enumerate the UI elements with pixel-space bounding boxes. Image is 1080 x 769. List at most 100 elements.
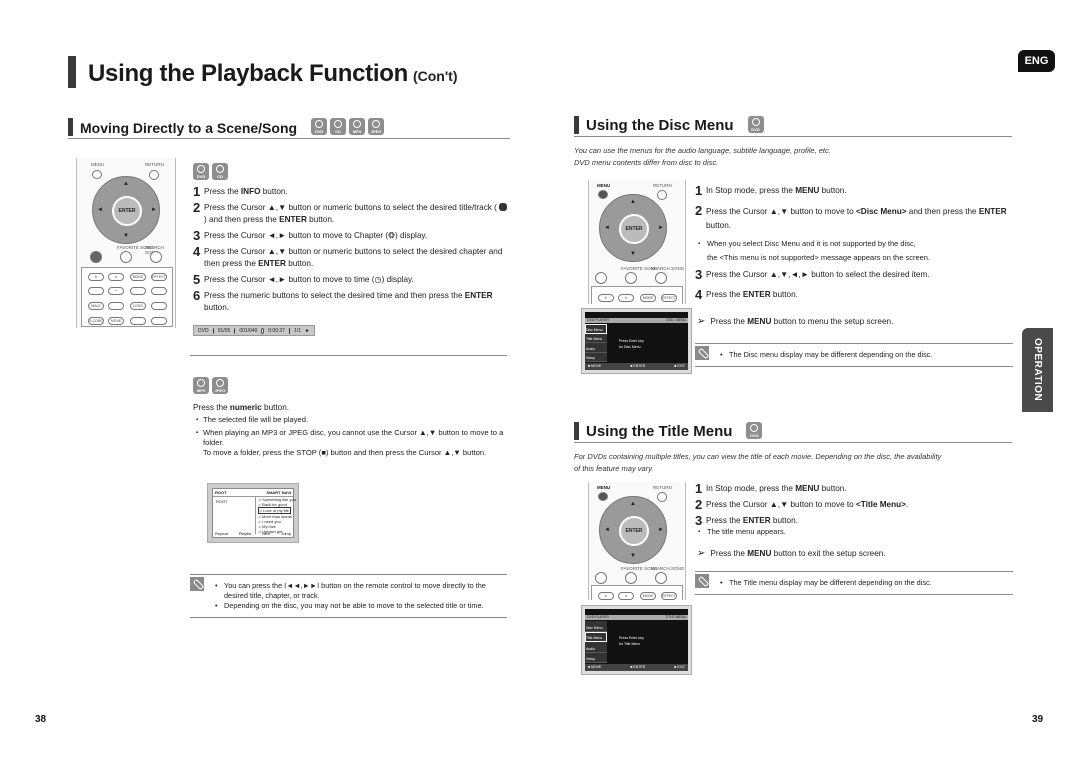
title-icon xyxy=(212,327,214,334)
title-menu-note: The Title menu display may be different … xyxy=(695,571,1013,595)
remote-key xyxy=(151,302,167,310)
remote-key: MALE xyxy=(88,302,104,310)
menu-screen-item: Audio xyxy=(585,343,607,353)
menu-screen-item: Title Menu xyxy=(585,631,607,642)
remote-key: MOVE xyxy=(108,317,124,325)
remote-key: b xyxy=(88,273,104,281)
remote-keypad: b # MODE EFFECT xyxy=(591,585,683,600)
mp3-jpeg-instructions: Press the numeric button. The selected f… xyxy=(193,402,508,458)
remote-keypad: b # MODE EFFECT - + MALE LOGO S.CORE MOV… xyxy=(81,267,173,327)
jpeg-disc-icon: JPEG xyxy=(368,118,385,135)
note-item: Depending on the disc, you may not be ab… xyxy=(214,601,507,611)
disc-menu-screen-content: DVD PLAYER DISC MENU Disc Menu Title Menu Au… xyxy=(585,312,688,370)
dvd-disc-icon: DVD xyxy=(746,422,763,439)
menu-screen-item: Setup xyxy=(585,353,607,362)
step-3: 3 Press the Cursor ▲,▼,◄,► button to sele… xyxy=(695,267,930,282)
remote-search-label: SEARCH SONG xyxy=(651,566,685,571)
mp3-screen-content: ROOT SMART NAVI ROOT ♫ Something like yo… xyxy=(212,488,296,538)
step-6: 6 Press the numeric buttons to select the… xyxy=(193,288,493,312)
remote-search-button xyxy=(655,572,667,584)
note-item: You can press the I◄◄,►►I button on the … xyxy=(214,581,507,601)
title-menu-intro: For DVDs containing multiple titles, you… xyxy=(574,452,942,473)
dvd-disc-icon: DVD xyxy=(747,116,764,133)
disc-menu-note: The Disc menu display may be different d… xyxy=(695,343,1013,367)
right-arrow-icon: ► xyxy=(658,527,664,533)
angle-icon xyxy=(288,327,291,334)
remote-key: b xyxy=(598,294,614,302)
remote-key: MODE xyxy=(640,294,656,302)
page-number-right: 39 xyxy=(1032,714,1044,725)
step-1: 1 In Stop mode, press the MENU button. xyxy=(695,183,847,198)
section-title: Using the Disc Menu xyxy=(586,117,734,134)
right-arrow-icon: ► xyxy=(151,207,157,213)
step-1: 1 In Stop mode, press the MENU button. xyxy=(695,481,847,496)
mp3-screen-header: ROOT SMART NAVI xyxy=(213,490,293,497)
remote-key: # xyxy=(618,294,634,302)
remote-dpad: ▲ ▼ ◄ ► ENTER xyxy=(92,176,160,244)
remote-key: EFFECT xyxy=(661,592,677,600)
note-pencil-icon xyxy=(190,577,204,591)
remote-keypad: b # MODE EFFECT xyxy=(591,286,683,304)
menu-screen-footer: ■ MOVE ■ ENTER ■ EXIT xyxy=(585,664,688,671)
mp3-track-item: ♫ Back for good xyxy=(258,502,287,507)
disc-menu-sub-bullet: When you select Disc Menu and it is not … xyxy=(695,237,1013,265)
page-title-suffix: (Con't) xyxy=(412,68,458,84)
title-menu-arrow-note: ➢ Press the MENU button to exit the setup… xyxy=(697,548,886,559)
mp3-screen-footer: Repeat Playlist Next Jump xyxy=(215,531,291,536)
mp3-disc-icon: MP3 xyxy=(193,377,209,394)
info-display-bar: DVD 01/05 001/040 0:00:37 1/1 ► xyxy=(193,325,315,336)
mp3-navigation-screen: ROOT SMART NAVI ROOT ♫ Something like yo… xyxy=(207,483,299,543)
title-menu-sub-bullet: The title menu appears. xyxy=(695,527,1013,537)
up-arrow-icon: ▲ xyxy=(630,501,636,507)
remote-info-button xyxy=(595,272,607,284)
step-2: 2 Press the Cursor ▲,▼ button to move to … xyxy=(695,497,909,512)
chapter-icon xyxy=(234,327,236,334)
remote-enter-button: ENTER xyxy=(619,214,649,244)
menu-screen-item: Disc Menu xyxy=(585,621,607,632)
remote-search-label: SEARCH SONG xyxy=(651,266,685,271)
arrow-right-icon: ➢ xyxy=(697,316,706,327)
info-chapter-value: 001/040 xyxy=(239,327,258,334)
disc-menu-intro: You can use the menus for the audio lang… xyxy=(574,146,831,167)
jpeg-disc-icon: JPEG xyxy=(212,377,228,394)
remote-enter-button: ENTER xyxy=(619,516,649,546)
step-5: 5 Press the Cursor ◄,► button to move to … xyxy=(193,272,414,287)
section-title: Using the Title Menu xyxy=(586,423,733,440)
remote-search-button xyxy=(655,272,667,284)
down-arrow-icon: ▼ xyxy=(630,553,636,559)
play-icon: ► xyxy=(305,327,310,334)
remote-favorite-button xyxy=(625,572,637,584)
remote-key: MODE xyxy=(640,592,656,600)
dvd-disc-icon: DVD xyxy=(193,163,209,180)
remote-key xyxy=(130,317,146,325)
mp3-intro: Press the numeric button. xyxy=(193,403,290,412)
remote-enter-button: ENTER xyxy=(112,196,142,226)
section-divider xyxy=(190,355,507,356)
menu-screen-message: Press Enter key for Disc Menu xyxy=(619,339,644,349)
mp3-disc-icon: MP3 xyxy=(349,118,366,135)
info-disc-type: DVD xyxy=(198,327,209,334)
note-pencil-icon xyxy=(695,574,709,588)
remote-menu-button xyxy=(92,170,102,179)
mp3-track-item: ♫ Love of my life xyxy=(258,507,291,514)
disc-menu-screen: DVD PLAYER DISC MENU Disc Menu Title Menu Au… xyxy=(581,308,692,374)
section-tab-label: OPERATION xyxy=(1032,338,1043,402)
remote-key: # xyxy=(108,273,124,281)
remote-key: S.CORE xyxy=(88,317,104,325)
remote-return-button xyxy=(657,492,667,502)
left-arrow-icon: ◄ xyxy=(604,225,610,231)
remote-menu-button xyxy=(598,492,608,501)
note-text: The Disc menu display may be different d… xyxy=(719,346,933,360)
title-icon xyxy=(499,203,508,211)
title-menu-screen: DVD PLAYER TITLE MENU Disc Menu Title Menu A… xyxy=(581,605,692,675)
remote-control-illustration: MENU RETURN ▲ ▼ ◄ ► ENTER FAVORITE SONG … xyxy=(588,482,686,600)
mp3-continuation: To move a folder, press the STOP (■) but… xyxy=(203,448,487,457)
step-3: 3 Press the Cursor ◄,► button to move to … xyxy=(193,228,428,243)
clock-icon xyxy=(261,327,265,334)
right-arrow-icon: ► xyxy=(658,225,664,231)
remote-favorite-button xyxy=(120,251,132,263)
step-4: 4 Press the Cursor ▲,▼ button or numeric … xyxy=(193,244,503,268)
disc-menu-steps: 1 In Stop mode, press the MENU button. 2P… xyxy=(695,183,1013,305)
note-text: The Title menu display may be different … xyxy=(719,574,932,588)
remote-control-illustration: MENU RETURN ▲ ▼ ◄ ► ENTER FAVORITE SONG … xyxy=(588,180,686,304)
